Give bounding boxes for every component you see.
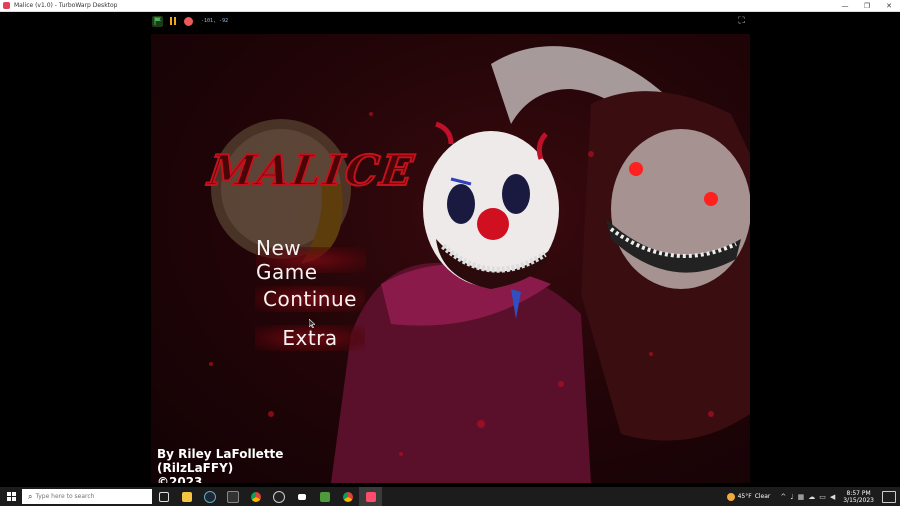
- search-input[interactable]: [35, 493, 136, 500]
- pause-icon-bar: [169, 17, 172, 25]
- weather-widget[interactable]: 45°F Clear: [726, 492, 771, 501]
- credit-alias: (RilzLaFFY): [157, 461, 234, 475]
- chrome-icon[interactable]: [336, 487, 359, 506]
- search-icon: ⌕: [28, 491, 33, 501]
- task-view-icon[interactable]: [152, 487, 175, 506]
- window-controls: — ❐ ✕: [834, 0, 900, 11]
- minecraft-icon[interactable]: [313, 487, 336, 506]
- turbowarp-icon[interactable]: [359, 487, 382, 506]
- microphone-icon[interactable]: ♩: [790, 493, 793, 501]
- chrome-icon[interactable]: [244, 487, 267, 506]
- pause-icon-bar: [173, 17, 176, 25]
- continue-button[interactable]: Continue: [255, 286, 365, 312]
- weather-temp: 45°F: [737, 493, 752, 500]
- chevron-up-icon[interactable]: ^: [780, 493, 786, 501]
- maximize-button[interactable]: ❐: [856, 0, 878, 11]
- credits: By Riley LaFollette (RilzLaFFY) ©2023: [157, 447, 283, 483]
- windows-logo-icon: [6, 492, 16, 501]
- mouse-cursor-icon: [309, 319, 315, 328]
- pause-button[interactable]: [167, 16, 178, 27]
- game-stage[interactable]: MALICE New Game Continue Extra By Riley …: [151, 34, 750, 483]
- volume-icon[interactable]: ◀: [830, 493, 835, 501]
- notification-icon[interactable]: [882, 490, 896, 503]
- stop-button[interactable]: [184, 16, 193, 26]
- start-button[interactable]: [0, 487, 22, 506]
- player-controls: -101, -92: [152, 15, 228, 27]
- mouse-position-readout: -101, -92: [201, 18, 229, 24]
- stage-artwork: [209, 46, 750, 483]
- minimize-button[interactable]: —: [834, 0, 856, 11]
- turbowarp-app-icon: [3, 2, 10, 9]
- window-title: Malice (v1.0) - TurboWarp Desktop: [14, 2, 118, 9]
- close-button[interactable]: ✕: [878, 0, 900, 11]
- epic-icon[interactable]: [290, 487, 313, 506]
- taskbar-clock[interactable]: 8:57 PM 3/15/2023: [843, 490, 874, 504]
- green-flag-button[interactable]: [152, 15, 163, 27]
- display-icon[interactable]: ▭: [819, 493, 826, 501]
- credit-year: ©2023: [157, 475, 203, 483]
- game-logo: MALICE: [205, 145, 420, 196]
- credit-author: By Riley LaFollette: [157, 447, 284, 461]
- new-game-button[interactable]: New Game: [256, 236, 366, 284]
- file-explorer-icon[interactable]: [175, 487, 198, 506]
- obs-icon[interactable]: [267, 487, 290, 506]
- tray-icons: ^ ♩ ▦ ☁ ▭ ◀: [780, 493, 835, 501]
- player-area: -101, -92 ⛶ MALICE New Game Continue Ext…: [0, 12, 900, 487]
- cloud-icon[interactable]: ☁: [808, 493, 815, 501]
- extra-button[interactable]: Extra: [255, 325, 365, 351]
- clock-date: 3/15/2023: [843, 496, 874, 504]
- green-flag-icon: [154, 17, 161, 25]
- taskbar-search[interactable]: ⌕: [22, 489, 152, 504]
- weather-desc: Clear: [754, 493, 771, 500]
- network-icon[interactable]: ▦: [798, 493, 805, 501]
- steam-icon[interactable]: [198, 487, 221, 506]
- fullscreen-button[interactable]: ⛶: [736, 16, 747, 27]
- moon-icon: [726, 492, 735, 501]
- window-titlebar: Malice (v1.0) - TurboWarp Desktop — ❐ ✕: [0, 0, 900, 12]
- windows-taskbar: ⌕ 45°F Clear ^ ♩ ▦ ☁ ▭ ◀ 8:57 PM 3/15/20…: [0, 487, 900, 506]
- terminal-icon[interactable]: [221, 487, 244, 506]
- clock-time: 8:57 PM: [846, 489, 871, 497]
- system-tray: 45°F Clear ^ ♩ ▦ ☁ ▭ ◀ 8:57 PM 3/15/2023: [726, 487, 900, 506]
